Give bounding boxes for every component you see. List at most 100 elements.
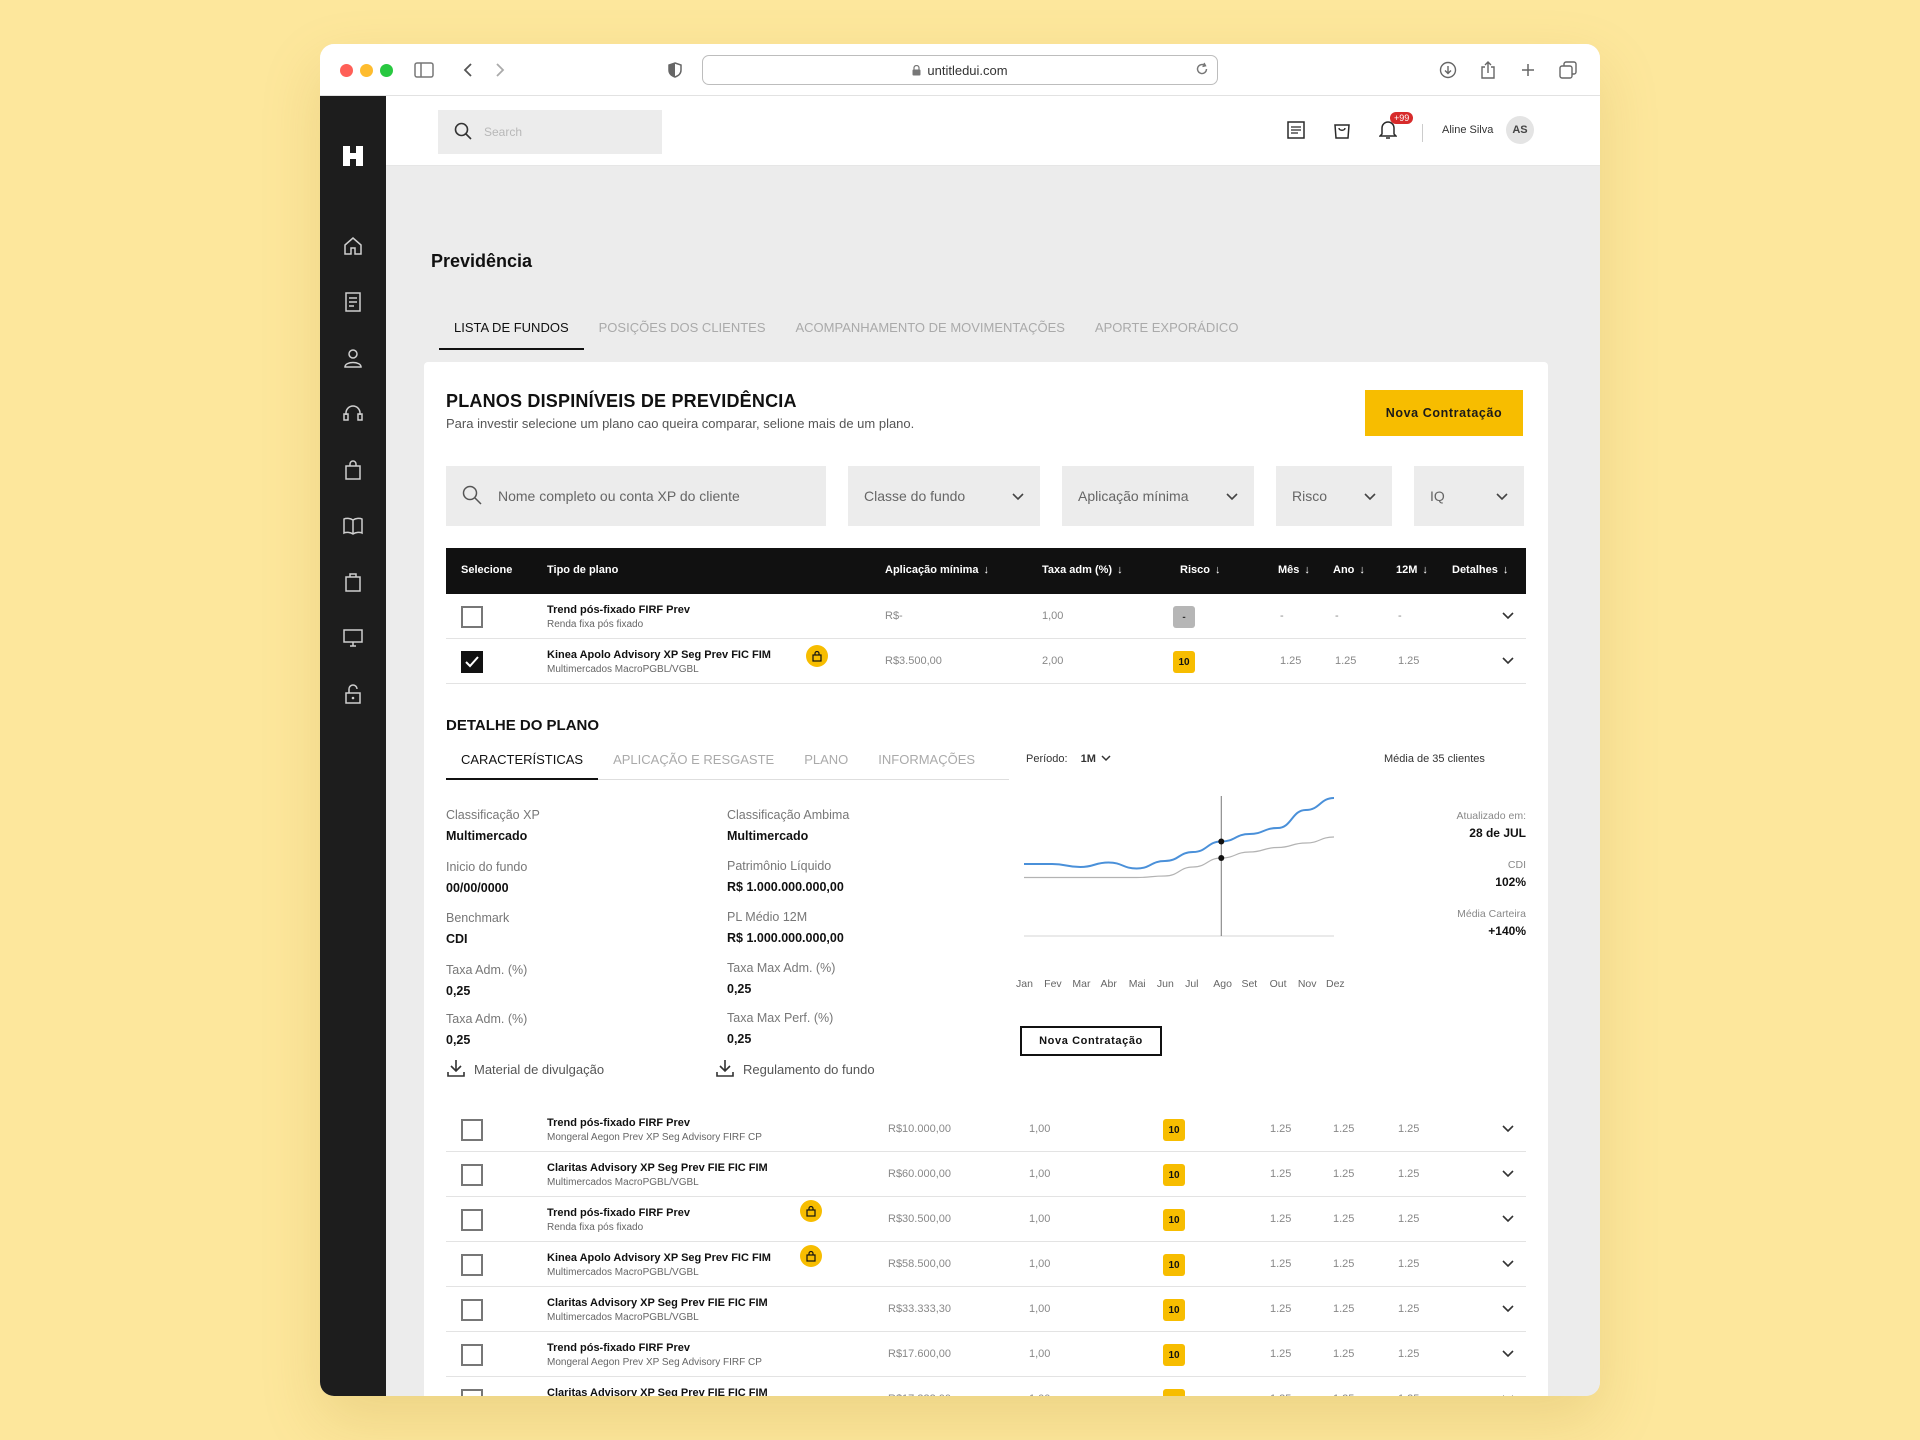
cell-taxa: 1,00 <box>1029 1258 1051 1270</box>
maximize-window-button[interactable] <box>380 64 393 77</box>
nova-contratacao-outline-button[interactable]: Nova Contratação <box>1020 1026 1162 1056</box>
expand-chevron-icon[interactable] <box>1497 1388 1519 1396</box>
classe-fundo-select[interactable]: Classe do fundo <box>848 466 1040 526</box>
expand-chevron-icon[interactable] <box>1497 650 1519 672</box>
expand-chevron-icon[interactable] <box>1497 1118 1519 1140</box>
attr-value: CDI <box>446 932 468 946</box>
attr-value: 0,25 <box>446 1033 471 1047</box>
header-taxa-adm[interactable]: Taxa adm (%) ↓ <box>1042 564 1123 576</box>
table-row[interactable]: Kinea Apolo Advisory XP Seg Prev FIC FIM… <box>446 1242 1526 1287</box>
forward-icon[interactable] <box>488 58 512 82</box>
row-checkbox-checked[interactable] <box>461 651 483 673</box>
row-checkbox[interactable] <box>461 1254 483 1276</box>
expand-chevron-icon[interactable] <box>1497 1343 1519 1365</box>
reload-icon[interactable] <box>1195 62 1209 76</box>
expand-chevron-icon[interactable] <box>1497 1163 1519 1185</box>
row-checkbox[interactable] <box>461 606 483 628</box>
plan-name: Claritas Advisory XP Seg Prev FIE FIC FI… <box>547 1387 768 1396</box>
risco-select[interactable]: Risco <box>1276 466 1392 526</box>
header-detalhes[interactable]: Detalhes ↓ <box>1452 564 1508 576</box>
table-row[interactable]: Trend pós-fixado FIRF Prev Renda fixa pó… <box>446 1197 1526 1242</box>
row-checkbox[interactable] <box>461 1389 483 1396</box>
download-label: Material de divulgação <box>474 1062 605 1077</box>
performance-chart <box>1024 796 1334 937</box>
table-row[interactable]: Claritas Advisory XP Seg Prev FIE FIC FI… <box>446 1377 1526 1396</box>
attr-inicio-fundo: Inicio do fundo 00/00/0000 <box>446 860 527 895</box>
share-icon[interactable] <box>1476 58 1500 82</box>
nav-shopping-bag-icon[interactable] <box>341 458 365 482</box>
tab-informacoes[interactable]: INFORMAÇÕES <box>863 738 990 780</box>
tab-caracteristicas[interactable]: CARACTERÍSTICAS <box>446 738 599 780</box>
nav-support-icon[interactable] <box>341 402 365 426</box>
expand-chevron-icon[interactable] <box>1497 1208 1519 1230</box>
tab-posicoes-dos-clientes[interactable]: POSIÇÕES DOS CLIENTES <box>584 312 781 350</box>
expand-chevron-icon[interactable] <box>1497 1253 1519 1275</box>
table-row[interactable]: Trend pós-fixado FIRF Prev Mongeral Aego… <box>446 1107 1526 1152</box>
row-checkbox[interactable] <box>461 1344 483 1366</box>
privacy-shield-icon[interactable] <box>663 58 687 82</box>
tab-aplicacao-resgaste[interactable]: APLICAÇÃO E RESGASTE <box>598 738 789 780</box>
app-logo[interactable] <box>341 144 365 168</box>
nova-contratacao-button[interactable]: Nova Contratação <box>1365 390 1523 436</box>
row-checkbox[interactable] <box>461 1119 483 1141</box>
minimize-window-button[interactable] <box>360 64 373 77</box>
close-window-button[interactable] <box>340 64 353 77</box>
table-row[interactable]: Trend pós-fixado FIRF Prev Renda fixa pó… <box>446 594 1526 639</box>
client-search-input[interactable]: Nome completo ou conta XP do cliente <box>446 466 826 526</box>
nav-monitor-icon[interactable] <box>341 626 365 650</box>
attr-value: Multimercado <box>727 829 809 843</box>
table-row[interactable]: Kinea Apolo Advisory XP Seg Prev FIC FIM… <box>446 639 1526 684</box>
tabs-overview-icon[interactable] <box>1556 58 1580 82</box>
tab-plano[interactable]: PLANO <box>789 738 863 780</box>
tab-aporte-exporadico[interactable]: APORTE EXPORÁDICO <box>1080 312 1254 350</box>
address-bar[interactable]: untitledui.com <box>702 55 1218 85</box>
cell-mes: 1.25 <box>1270 1258 1292 1270</box>
header-ano[interactable]: Ano ↓ <box>1333 564 1365 576</box>
plan-description: Multimercados MacroPGBL/VGBL <box>547 1312 699 1323</box>
chevron-down-icon <box>1496 488 1508 504</box>
notes-icon[interactable] <box>1284 118 1308 142</box>
avatar[interactable]: AS <box>1506 116 1534 144</box>
nav-briefcase-icon[interactable] <box>341 570 365 594</box>
download-icon[interactable] <box>1436 58 1460 82</box>
nav-user-icon[interactable] <box>341 346 365 370</box>
cell-aplicacao-minima: R$33.333,30 <box>888 1303 951 1315</box>
header-label: Risco <box>1180 564 1210 576</box>
table-row[interactable]: Claritas Advisory XP Seg Prev FIE FIC FI… <box>446 1287 1526 1332</box>
tab-acompanhamento[interactable]: ACOMPANHAMENTO DE MOVIMENTAÇÕES <box>781 312 1080 350</box>
attr-taxa-adm-2: Taxa Adm. (%) 0,25 <box>446 1012 527 1047</box>
header-12m[interactable]: 12M ↓ <box>1396 564 1428 576</box>
stat-value: +140% <box>1488 924 1526 938</box>
back-icon[interactable] <box>456 58 480 82</box>
chart-tick-label: Jul <box>1185 978 1199 990</box>
expand-chevron-icon[interactable] <box>1497 605 1519 627</box>
download-material-link[interactable]: Material de divulgação <box>446 1058 604 1081</box>
sidebar-toggle-icon[interactable] <box>412 58 436 82</box>
new-tab-icon[interactable] <box>1516 58 1540 82</box>
table-row[interactable]: Trend pós-fixado FIRF Prev Mongeral Aego… <box>446 1332 1526 1377</box>
table-row[interactable]: Claritas Advisory XP Seg Prev FIE FIC FI… <box>446 1152 1526 1197</box>
header-mes[interactable]: Mês ↓ <box>1278 564 1310 576</box>
attr-key: Classificação Ambima <box>727 808 850 822</box>
header-risco[interactable]: Risco ↓ <box>1180 564 1220 576</box>
row-checkbox[interactable] <box>461 1299 483 1321</box>
cart-icon[interactable] <box>1330 118 1354 142</box>
nav-book-icon[interactable] <box>341 514 365 538</box>
nav-reports-icon[interactable] <box>341 290 365 314</box>
global-search[interactable]: Search <box>438 110 662 154</box>
aplicacao-minima-select[interactable]: Aplicação mínima <box>1062 466 1254 526</box>
attr-key: Patrimônio Líquido <box>727 859 832 873</box>
user-name[interactable]: Aline Silva <box>1442 124 1493 136</box>
risco-label: Risco <box>1292 488 1328 504</box>
row-checkbox[interactable] <box>461 1209 483 1231</box>
expand-chevron-icon[interactable] <box>1497 1298 1519 1320</box>
nav-lock-icon[interactable] <box>341 682 365 706</box>
nav-home-icon[interactable] <box>341 234 365 258</box>
cell-aplicacao-minima: R$- <box>885 610 903 622</box>
header-aplicacao-minima[interactable]: Aplicação mínima ↓ <box>885 564 989 576</box>
tab-lista-de-fundos[interactable]: LISTA DE FUNDOS <box>439 312 584 350</box>
iq-select[interactable]: IQ <box>1414 466 1524 526</box>
periodo-select[interactable]: Período: 1M <box>1026 753 1111 765</box>
row-checkbox[interactable] <box>461 1164 483 1186</box>
download-regulamento-link[interactable]: Regulamento do fundo <box>715 1058 875 1081</box>
